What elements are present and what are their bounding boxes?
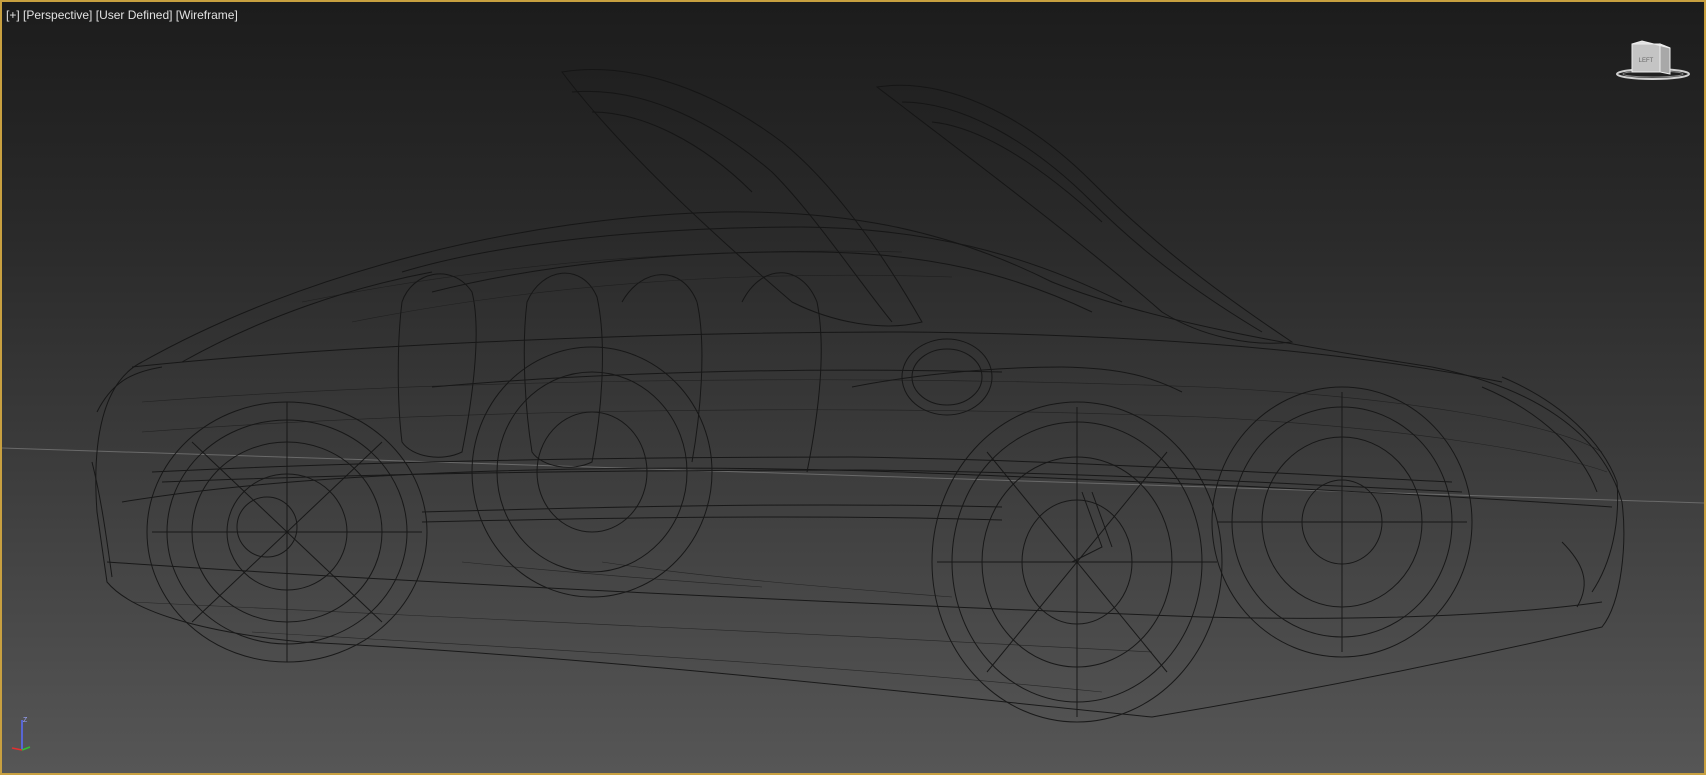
viewcube-icon[interactable]: LEFT [1614, 40, 1692, 84]
y-axis-icon [21, 746, 31, 751]
viewcube-face-label: LEFT [1639, 58, 1654, 64]
viewport-label-menu: [+] [Perspective] [User Defined] [Wirefr… [6, 8, 238, 22]
perspective-viewport[interactable]: [+] [Perspective] [User Defined] [Wirefr… [0, 0, 1706, 775]
viewport-display-mode-menu[interactable]: [Wireframe] [176, 8, 238, 22]
viewport-point-of-view-menu[interactable]: [Perspective] [23, 8, 92, 22]
viewport-shading-preset-menu[interactable]: [User Defined] [96, 8, 173, 22]
wireframe-car-model[interactable] [2, 2, 1704, 773]
viewport-general-menu[interactable]: [+] [6, 8, 20, 22]
viewcube-face-front [1659, 43, 1671, 75]
x-axis-icon [11, 747, 23, 751]
axis-tripod-icon: Z [11, 717, 31, 751]
z-axis-label: Z [23, 717, 28, 724]
